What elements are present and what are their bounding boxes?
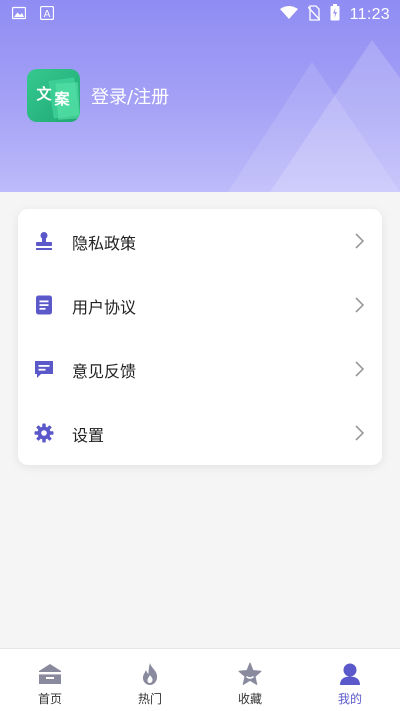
- menu-item-privacy-policy[interactable]: 隐私政策: [18, 209, 382, 273]
- menu-item-settings[interactable]: 设置: [18, 401, 382, 465]
- menu-item-label: 隐私政策: [72, 234, 137, 253]
- logo-char-1: 文: [36, 85, 52, 103]
- bottom-tab-bar: 首页 热门 收藏 我的: [0, 648, 400, 711]
- tab-home[interactable]: 首页: [0, 649, 100, 711]
- menu-item-label: 设置: [72, 426, 105, 445]
- menu-item-label: 意见反馈: [72, 362, 137, 381]
- gear-icon: [34, 423, 54, 443]
- menu-item-user-agreement[interactable]: 用户协议: [18, 273, 382, 337]
- chevron-right-icon: [352, 296, 366, 314]
- svg-text:A: A: [44, 9, 51, 20]
- profile-row[interactable]: 文 案 登录/注册: [27, 69, 169, 122]
- wifi-icon: [279, 5, 298, 24]
- status-bar: A 11:23: [0, 0, 400, 28]
- tab-mine[interactable]: 我的: [300, 649, 400, 711]
- stamp-icon: [34, 231, 54, 251]
- tab-label: 热门: [137, 692, 162, 706]
- no-sim-icon: [307, 4, 321, 25]
- tab-label: 收藏: [237, 692, 262, 706]
- tab-hot[interactable]: 热门: [100, 649, 200, 711]
- battery-icon: [330, 4, 340, 25]
- chevron-right-icon: [352, 360, 366, 378]
- login-register-link[interactable]: 登录/注册: [91, 83, 169, 109]
- chevron-right-icon: [352, 424, 366, 442]
- menu-item-feedback[interactable]: 意见反馈: [18, 337, 382, 401]
- tab-label: 我的: [337, 692, 362, 706]
- clock: 11:23: [349, 5, 390, 23]
- chevron-right-icon: [352, 232, 366, 250]
- app-logo[interactable]: 文 案: [27, 69, 80, 122]
- image-icon: [11, 6, 27, 24]
- tab-favorites[interactable]: 收藏: [200, 649, 300, 711]
- profile-header: A 11:23 文 案 登录/注册: [0, 0, 400, 192]
- menu-card: 隐私政策 用户协议 意见反馈 设置: [18, 209, 382, 465]
- star-icon: [238, 662, 262, 686]
- person-icon: [338, 662, 362, 686]
- fire-icon: [138, 662, 162, 686]
- logo-char-2: 案: [53, 90, 70, 108]
- feedback-icon: [34, 359, 54, 379]
- home-icon: [38, 662, 62, 686]
- document-icon: [34, 295, 54, 315]
- menu-item-label: 用户协议: [72, 298, 137, 317]
- a-badge-icon: A: [39, 5, 55, 24]
- tab-label: 首页: [37, 692, 62, 706]
